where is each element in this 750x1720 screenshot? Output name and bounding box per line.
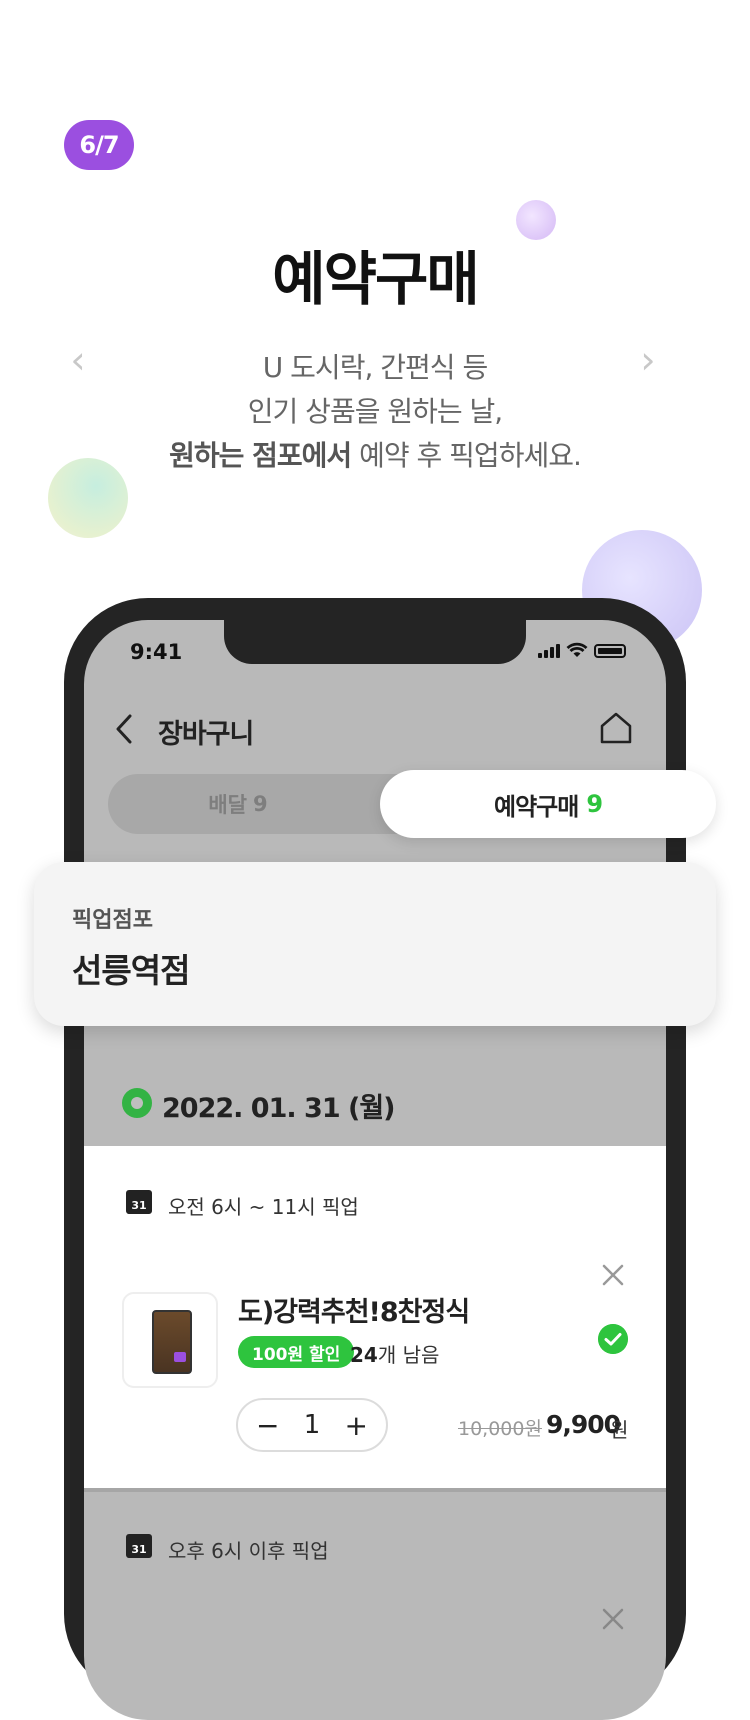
date-radio-icon[interactable] bbox=[122, 1088, 152, 1118]
decrease-quantity-button[interactable]: − bbox=[256, 1409, 279, 1442]
tab-delivery[interactable]: 배달 9 bbox=[108, 774, 368, 834]
stock-suffix: 개 남음 bbox=[377, 1343, 440, 1367]
tab-reserve-purchase[interactable]: 예약구매 9 bbox=[380, 770, 716, 838]
tab-reserve-label: 예약구매 bbox=[493, 792, 579, 821]
page-description: U 도시락, 간편식 등 인기 상품을 원하는 날, 원하는 점포에서 예약 후… bbox=[0, 346, 750, 478]
description-line-2: 인기 상품을 원하는 날, bbox=[247, 395, 503, 428]
status-icons bbox=[538, 642, 626, 658]
cart-title: 장바구니 bbox=[158, 719, 254, 750]
pickup-slot-label: 오전 6시 ~ 11시 픽업 bbox=[168, 1195, 359, 1219]
section-divider bbox=[84, 1488, 666, 1492]
quantity-value: 1 bbox=[303, 1410, 321, 1440]
page-title: 예약구매 bbox=[272, 245, 479, 313]
quantity-stepper: − 1 + bbox=[236, 1398, 388, 1452]
increase-quantity-button[interactable]: + bbox=[345, 1409, 368, 1442]
product-name[interactable]: 도)강력추천!8찬정식 bbox=[238, 1290, 470, 1329]
price-currency: 원 bbox=[610, 1418, 629, 1442]
calendar-icon: 31 bbox=[126, 1190, 152, 1214]
lunchbox-label-image bbox=[174, 1352, 186, 1362]
calendar-icon: 31 bbox=[126, 1534, 152, 1558]
remove-item-close-icon[interactable] bbox=[600, 1262, 626, 1288]
original-price: 10,000원 bbox=[458, 1418, 542, 1440]
description-line-3-rest: 예약 후 픽업하세요. bbox=[351, 439, 582, 472]
pickup-store-label: 픽업점포 bbox=[72, 908, 153, 933]
home-icon[interactable] bbox=[598, 710, 634, 746]
signal-icon bbox=[538, 644, 560, 658]
remove-item-close-icon[interactable] bbox=[600, 1606, 626, 1632]
battery-icon bbox=[594, 644, 626, 658]
sale-price: 9,900 bbox=[546, 1410, 621, 1439]
selected-check-icon[interactable] bbox=[598, 1324, 628, 1354]
tab-reserve-count: 9 bbox=[586, 790, 603, 818]
status-time: 9:41 bbox=[130, 640, 183, 664]
description-line-1: U 도시락, 간편식 등 bbox=[262, 351, 488, 384]
tab-delivery-count: 9 bbox=[253, 792, 268, 816]
stock-remaining: 24개 남음 bbox=[350, 1339, 439, 1368]
wifi-icon bbox=[566, 642, 588, 657]
phone-notch bbox=[224, 620, 526, 664]
description-emphasis: 원하는 점포에서 bbox=[169, 439, 352, 472]
pickup-date: 2022. 01. 31 (월) bbox=[162, 1093, 396, 1124]
tab-delivery-label: 배달 bbox=[208, 793, 247, 817]
back-arrow-icon[interactable] bbox=[112, 712, 138, 746]
decorative-bubble bbox=[48, 458, 128, 538]
page-indicator-badge: 6/7 bbox=[64, 120, 134, 170]
pickup-store-name: 선릉역점 bbox=[72, 951, 190, 990]
lunchbox-image bbox=[152, 1310, 192, 1374]
stock-count: 24 bbox=[350, 1343, 378, 1367]
discount-badge: 100원 할인 bbox=[238, 1336, 355, 1368]
pickup-slot-label: 오후 6시 이후 픽업 bbox=[168, 1539, 329, 1563]
